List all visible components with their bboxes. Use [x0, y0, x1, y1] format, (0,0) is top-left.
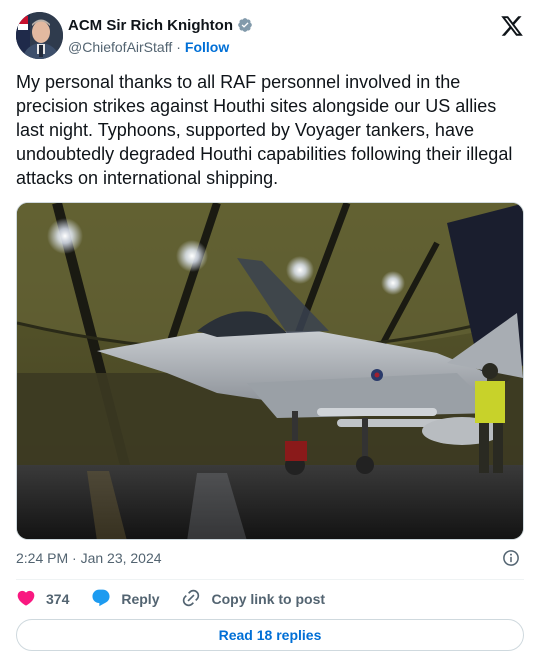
reply-action[interactable]: Reply — [91, 588, 159, 611]
info-icon[interactable] — [502, 549, 520, 567]
x-logo-icon[interactable] — [500, 14, 524, 38]
timestamp[interactable]: 2:24 PM · Jan 23, 2024 — [16, 550, 162, 566]
tweet-embed-card: ACM Sir Rich Knighton @ChiefofAirStaff ·… — [0, 0, 540, 666]
author-block: ACM Sir Rich Knighton @ChiefofAirStaff ·… — [68, 16, 253, 55]
tweet-photo[interactable] — [16, 202, 524, 540]
author-handle[interactable]: @ChiefofAirStaff — [68, 39, 172, 55]
verified-badge-icon — [237, 17, 253, 33]
heart-icon — [16, 588, 46, 611]
reply-bubble-icon — [91, 588, 121, 611]
reply-label: Reply — [121, 591, 160, 607]
copy-link-action[interactable]: Copy link to post — [181, 588, 325, 611]
avatar[interactable] — [16, 12, 63, 59]
like-count: 374 — [46, 591, 70, 607]
tweet-meta: 2:24 PM · Jan 23, 2024 — [16, 548, 524, 568]
divider — [16, 579, 524, 580]
action-bar: 374 Reply Copy link to post — [16, 588, 347, 610]
link-icon — [181, 588, 211, 611]
author-name[interactable]: ACM Sir Rich Knighton — [68, 17, 233, 34]
separator-dot: · — [176, 38, 181, 55]
copy-link-label: Copy link to post — [211, 591, 326, 607]
read-replies-button[interactable]: Read 18 replies — [16, 619, 524, 651]
like-action[interactable]: 374 — [16, 588, 69, 611]
follow-link[interactable]: Follow — [185, 39, 229, 55]
tweet-text: My personal thanks to all RAF personnel … — [16, 72, 513, 188]
tweet-header: ACM Sir Rich Knighton @ChiefofAirStaff ·… — [16, 10, 524, 62]
